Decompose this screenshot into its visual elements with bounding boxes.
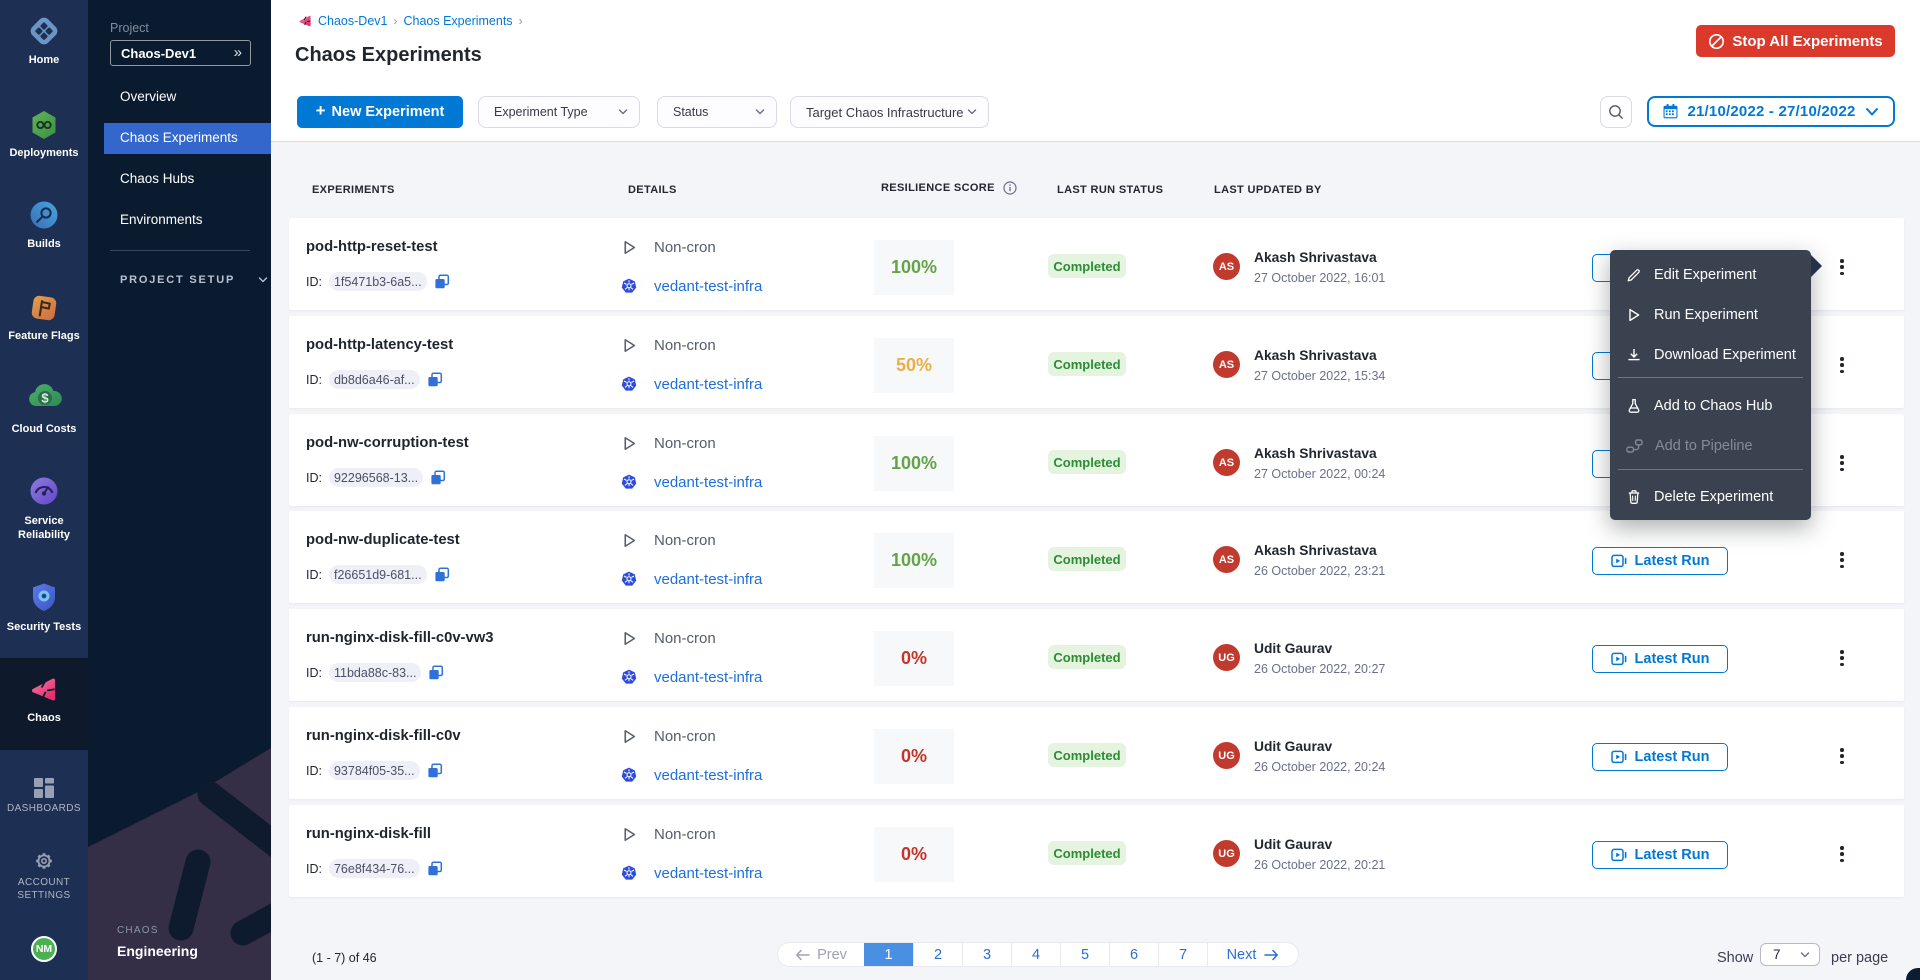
svg-text:$: $ [41, 391, 49, 406]
